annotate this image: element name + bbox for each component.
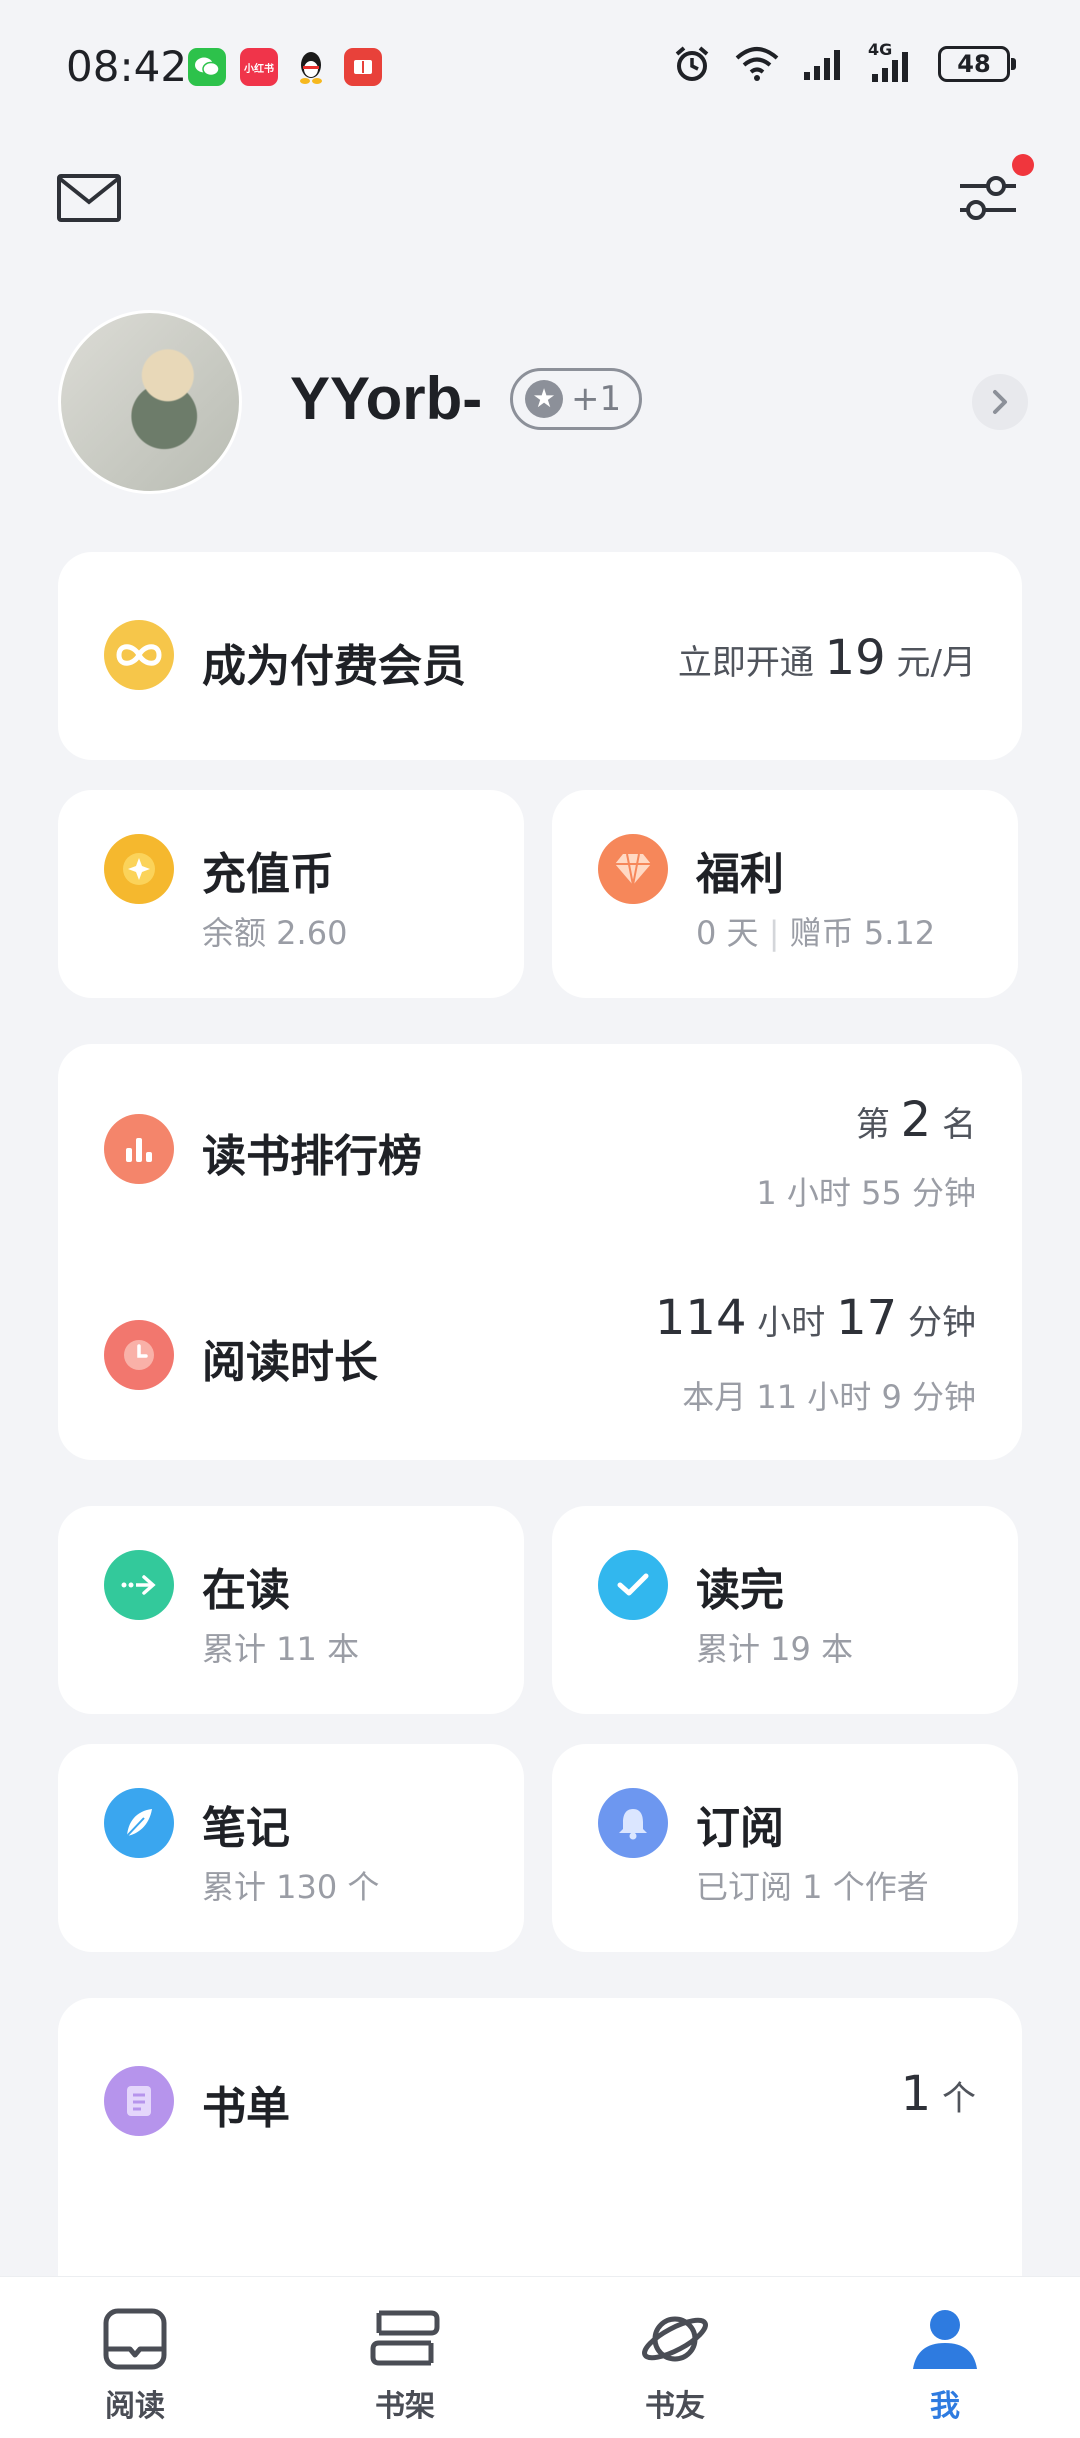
system-icons: 4G 48 [672, 40, 1016, 84]
rank-prefix: 第 [855, 1105, 890, 1145]
ranking-row[interactable]: 读书排行榜 第 2 名 1 小时 55 分钟 [58, 1044, 1022, 1252]
coin-icon [104, 834, 174, 904]
level-badge[interactable]: ★ +1 [510, 368, 643, 430]
diamond-icon [598, 834, 668, 904]
wallet-balance: 余额 2.60 [202, 914, 348, 952]
clock-icon [104, 1320, 174, 1390]
membership-title: 成为付费会员 [202, 641, 466, 692]
notes-count: 累计 130 个 [202, 1868, 380, 1906]
membership-unit: 元/月 [896, 643, 976, 683]
profile-chevron[interactable] [972, 374, 1028, 430]
person-icon [913, 2310, 977, 2369]
profile-row[interactable]: YYorb- ★ +1 [58, 310, 1028, 496]
nav-label-friends: 书友 [645, 2389, 705, 2424]
reading-time-row[interactable]: 阅读时长 114 小时 17 分钟 本月 11 小时 9 分钟 [58, 1252, 1022, 1460]
wifi-icon [735, 47, 779, 81]
wallet-title: 充值币 [202, 849, 334, 900]
booklist-count-value: 1 [900, 2066, 932, 2122]
badge-count: +1 [571, 379, 622, 419]
reading-count: 累计 11 本 [202, 1630, 360, 1668]
reading-card[interactable]: 在读 累计 11 本 [58, 1506, 524, 1714]
mail-icon [57, 174, 121, 222]
checkmark-icon [598, 1550, 668, 1620]
arrow-right-icon [104, 1550, 174, 1620]
bookshelf-icon [370, 2310, 440, 2366]
nav-item-read[interactable]: 阅读 [0, 2277, 270, 2438]
ranking-rank: 第 2 名 [856, 1092, 976, 1148]
rank-suffix: 名 [942, 1105, 976, 1145]
subscribe-title: 订阅 [696, 1803, 784, 1854]
ranking-title: 读书排行榜 [202, 1131, 422, 1182]
alarm-icon [675, 46, 709, 81]
membership-prefix: 立即开通 [677, 643, 814, 683]
notes-title: 笔记 [202, 1803, 290, 1854]
notification-icons: 小红书 [188, 48, 382, 86]
membership-price-value: 19 [824, 630, 886, 686]
reading-title: 在读 [202, 1565, 290, 1616]
mail-button[interactable] [56, 172, 122, 228]
reading-minutes-unit: 分钟 [908, 1303, 976, 1343]
reading-minutes: 17 [836, 1290, 898, 1346]
finished-card[interactable]: 读完 累计 19 本 [552, 1506, 1018, 1714]
reading-hours: 114 [654, 1290, 747, 1346]
membership-card[interactable]: 成为付费会员 立即开通 19 元/月 [58, 552, 1022, 760]
signal-icon [804, 50, 840, 80]
reader-icon [344, 48, 382, 86]
star-icon: ★ [525, 380, 563, 418]
welfare-title: 福利 [696, 849, 784, 900]
status-time: 08:42 [66, 42, 188, 91]
rank-value: 2 [900, 1092, 932, 1148]
membership-price: 立即开通 19 元/月 [678, 630, 976, 686]
finished-count: 累计 19 本 [696, 1630, 854, 1668]
welfare-sub: 0 天 | 赠币 5.12 [696, 914, 936, 952]
reading-time-title: 阅读时长 [202, 1337, 378, 1388]
wechat-icon [188, 48, 226, 86]
avatar[interactable] [58, 310, 242, 494]
planet-icon [642, 2316, 708, 2362]
ranking-time: 1 小时 55 分钟 [756, 1174, 976, 1212]
battery-indicator: 48 [938, 46, 1016, 82]
booklist-title: 书单 [202, 2083, 290, 2134]
bell-icon [598, 1788, 668, 1858]
nav-item-me[interactable]: 我 [810, 2277, 1080, 2438]
status-bar: 08:42 小红书 4G 48 [0, 0, 1080, 140]
notes-card[interactable]: 笔记 累计 130 个 [58, 1744, 524, 1952]
subscribe-count: 已订阅 1 个作者 [696, 1868, 929, 1906]
book-open-icon [103, 2308, 167, 2370]
bottom-nav: 阅读 书架 书友 我 [0, 2276, 1080, 2438]
wallet-card[interactable]: 充值币 余额 2.60 [58, 790, 524, 998]
qq-icon [292, 48, 330, 86]
welfare-days: 0 天 [696, 914, 759, 952]
feather-icon [104, 1788, 174, 1858]
sliders-icon [960, 176, 1016, 220]
notification-dot [1012, 154, 1034, 176]
nav-label-read: 阅读 [105, 2389, 165, 2424]
reading-hours-unit: 小时 [757, 1303, 826, 1343]
chevron-right-icon [993, 390, 1007, 414]
nav-label-bookshelf: 书架 [375, 2389, 435, 2424]
signal-4g-icon: 4G [868, 40, 916, 84]
nav-item-friends[interactable]: 书友 [540, 2277, 810, 2438]
subscribe-card[interactable]: 订阅 已订阅 1 个作者 [552, 1744, 1018, 1952]
welfare-card[interactable]: 福利 0 天 | 赠币 5.12 [552, 790, 1018, 998]
xiaohongshu-icon: 小红书 [240, 48, 278, 86]
stats-card: 读书排行榜 第 2 名 1 小时 55 分钟 阅读时长 114 小时 17 分钟… [58, 1044, 1022, 1460]
reading-time-month: 本月 11 小时 9 分钟 [682, 1378, 976, 1416]
bar-chart-icon [104, 1114, 174, 1184]
infinity-icon [104, 620, 174, 690]
welfare-bonus: 赠币 5.12 [789, 914, 936, 952]
finished-title: 读完 [696, 1565, 784, 1616]
booklist-count-unit: 个 [942, 2079, 976, 2119]
username: YYorb- [290, 365, 483, 432]
nav-label-me: 我 [930, 2389, 960, 2424]
nav-item-bookshelf[interactable]: 书架 [270, 2277, 540, 2438]
list-icon [104, 2066, 174, 2136]
reading-time-total: 114 小时 17 分钟 [655, 1290, 976, 1346]
booklist-count: 1 个 [901, 2066, 976, 2122]
settings-button[interactable] [956, 154, 1034, 228]
